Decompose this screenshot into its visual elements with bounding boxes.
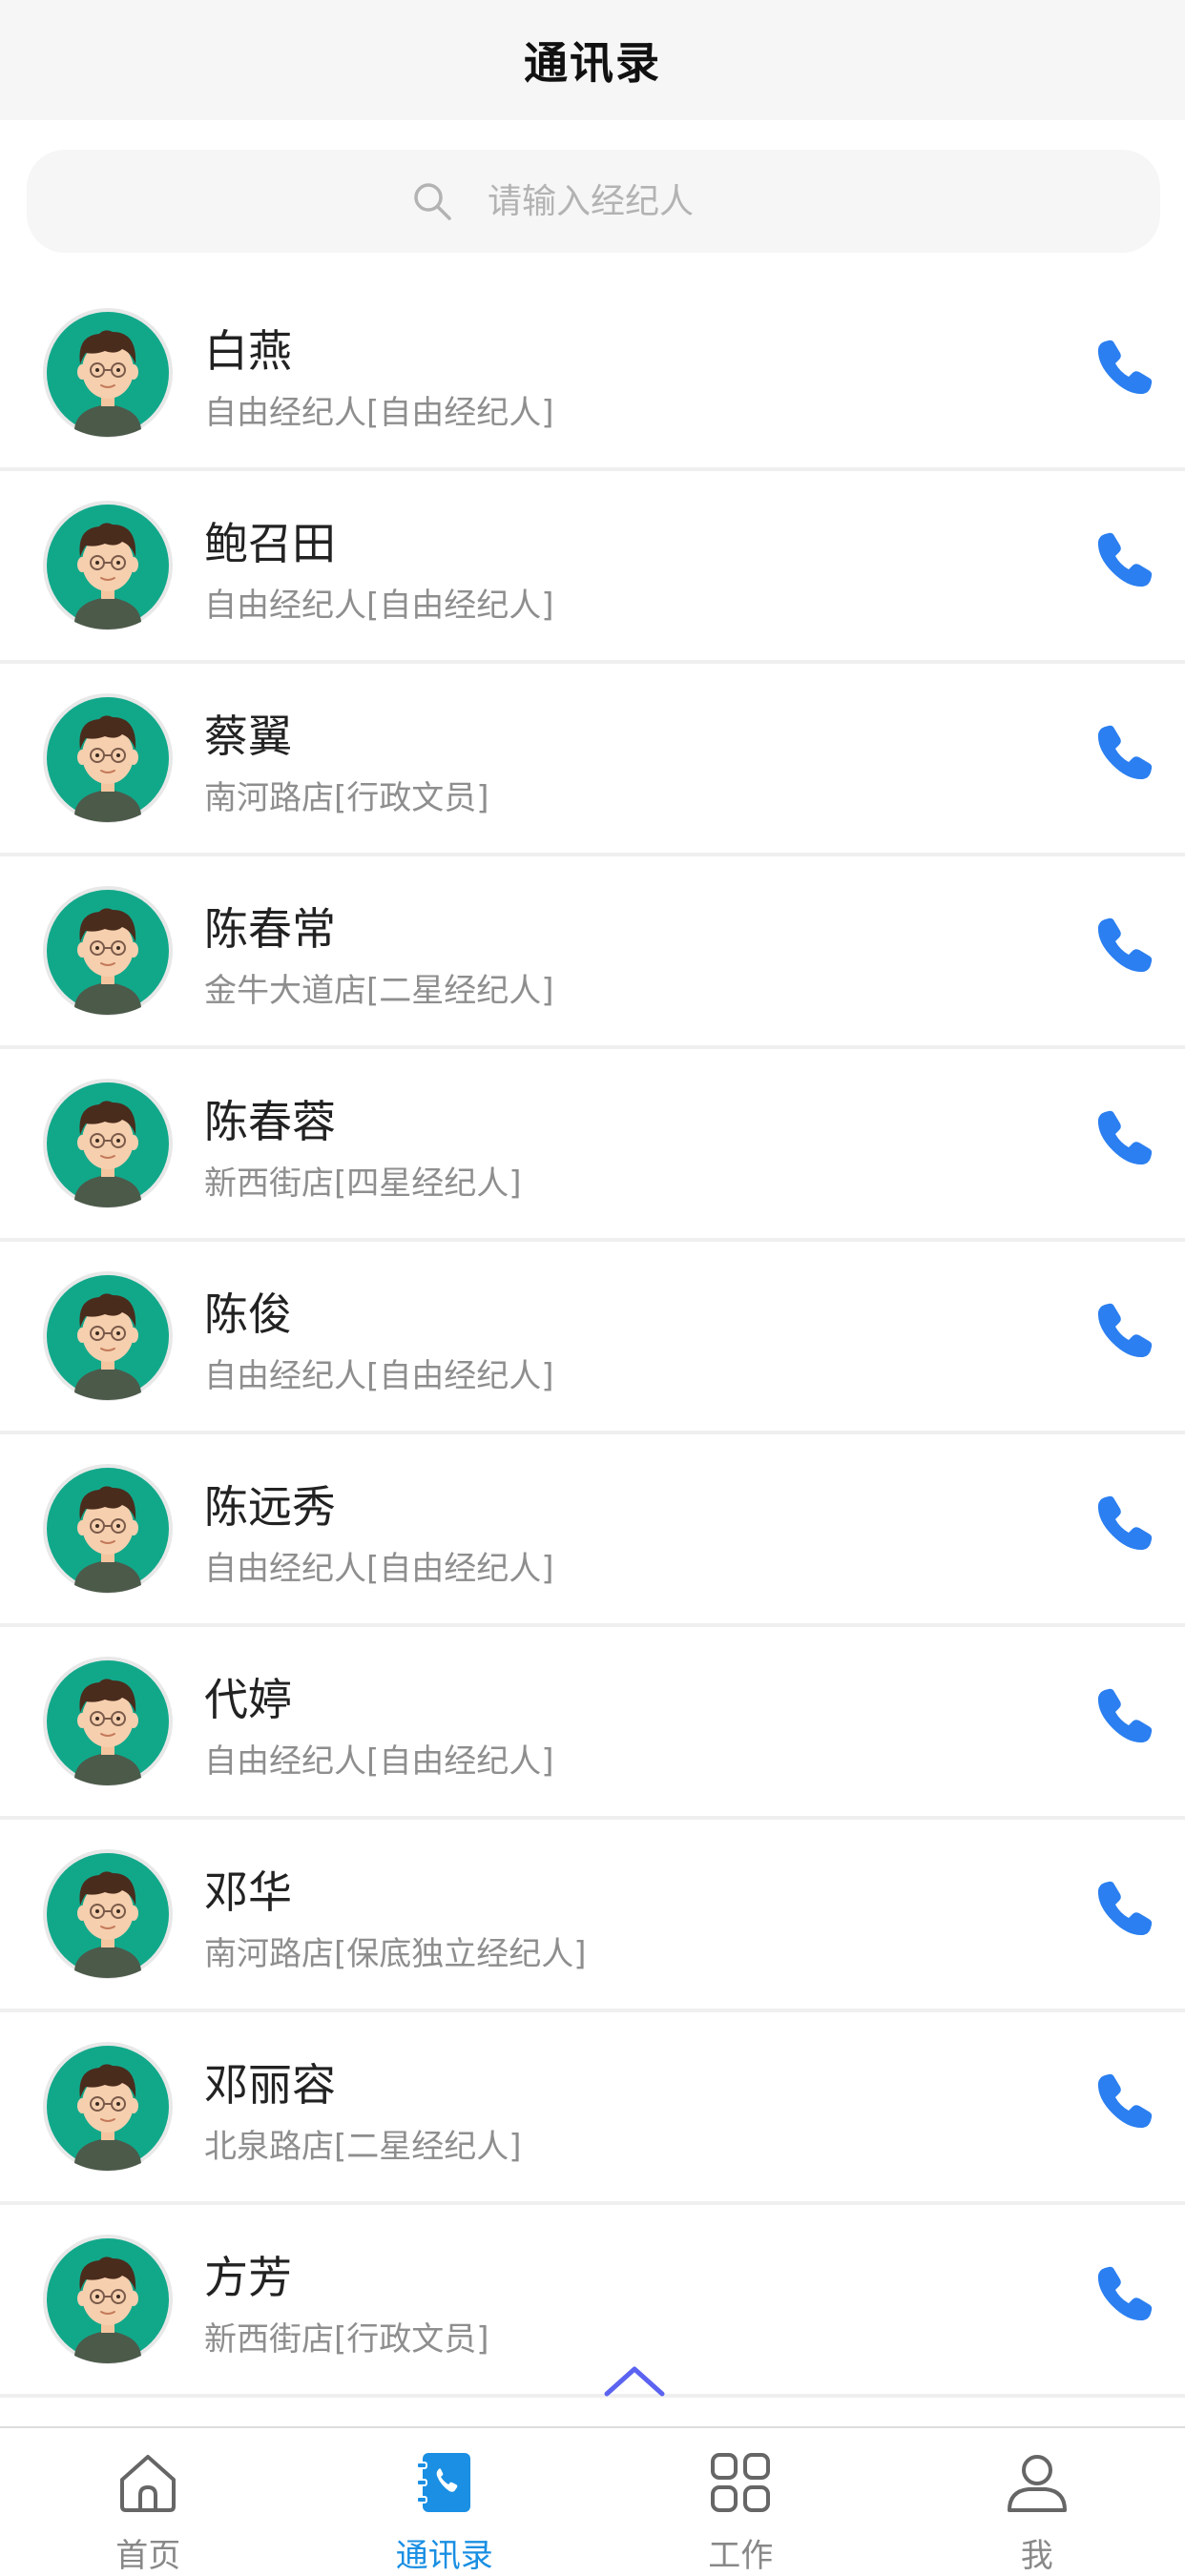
phone-icon[interactable] — [1093, 1492, 1156, 1555]
contact-name: 代婷 — [204, 1665, 292, 1728]
avatar — [42, 1848, 174, 1980]
tab-me[interactable]: 我 — [889, 2428, 1185, 2566]
avatar — [42, 2041, 174, 2173]
top-bar: 通讯录 — [0, 0, 1185, 120]
search-input[interactable] — [486, 181, 776, 222]
avatar — [42, 1270, 174, 1402]
contact-store-role: 南河路店[保底独立经纪人] — [204, 1927, 587, 1974]
contact-row[interactable]: 代婷自由经纪人[自由经纪人] — [0, 1627, 1185, 1820]
contact-row[interactable]: 陈春蓉新西街店[四星经纪人] — [0, 1049, 1185, 1242]
bottom-tab-bar: 首页 通讯录 工作 我 — [0, 2426, 1185, 2566]
phone-icon[interactable] — [1093, 914, 1156, 977]
tab-label: 通讯录 — [297, 2529, 593, 2576]
search-bar — [27, 150, 1160, 253]
avatar — [42, 692, 174, 824]
tab-home[interactable]: 首页 — [0, 2428, 297, 2566]
avatar — [42, 885, 174, 1017]
avatar — [42, 1656, 174, 1787]
contact-row[interactable]: 陈远秀自由经纪人[自由经纪人] — [0, 1434, 1185, 1627]
avatar — [42, 500, 174, 631]
contact-store-role: 金牛大道店[二星经纪人] — [204, 964, 554, 1011]
contact-name: 鲍召田 — [204, 509, 336, 572]
contact-row[interactable]: 邓丽容北泉路店[二星经纪人] — [0, 2012, 1185, 2205]
contact-name: 白燕 — [204, 317, 292, 380]
user-icon — [1004, 2449, 1071, 2516]
contact-name: 邓丽容 — [204, 2050, 336, 2113]
contact-row[interactable]: 白燕自由经纪人[自由经纪人] — [0, 278, 1185, 471]
tab-work[interactable]: 工作 — [592, 2428, 889, 2566]
tab-contacts[interactable]: 通讯录 — [297, 2428, 593, 2566]
contact-row[interactable]: 陈俊自由经纪人[自由经纪人] — [0, 1242, 1185, 1434]
phone-icon[interactable] — [1093, 528, 1156, 591]
home-icon — [114, 2449, 181, 2516]
phone-icon[interactable] — [1093, 2070, 1156, 2133]
contact-store-role: 新西街店[四星经纪人] — [204, 1157, 522, 1204]
avatar — [42, 307, 174, 439]
phone-icon[interactable] — [1093, 1877, 1156, 1940]
contact-store-role: 自由经纪人[自由经纪人] — [204, 1542, 554, 1589]
contact-list: 白燕自由经纪人[自由经纪人]鲍召田自由经纪人[自由经纪人]蔡翼南河路店[行政文员… — [0, 278, 1185, 2415]
grid-icon — [707, 2449, 774, 2516]
phone-icon[interactable] — [1093, 1106, 1156, 1169]
avatar — [42, 2234, 174, 2365]
search-box[interactable] — [27, 150, 1160, 253]
contact-row[interactable]: 方芳新西街店[行政文员] — [0, 2205, 1185, 2398]
contact-name: 邓华 — [204, 1858, 292, 1921]
contact-row[interactable]: 邓华南河路店[保底独立经纪人] — [0, 1820, 1185, 2012]
phone-icon[interactable] — [1093, 1299, 1156, 1362]
search-icon — [411, 180, 453, 222]
contact-name: 方芳 — [204, 2243, 292, 2306]
scroll-to-top-icon[interactable] — [603, 2361, 666, 2400]
contact-name: 蔡翼 — [204, 702, 292, 765]
page-title: 通讯录 — [524, 29, 661, 92]
phone-icon[interactable] — [1093, 721, 1156, 784]
contact-store-role: 新西街店[行政文员] — [204, 2313, 489, 2360]
phone-icon[interactable] — [1093, 336, 1156, 399]
phone-icon[interactable] — [1093, 2262, 1156, 2325]
contact-store-role: 自由经纪人[自由经纪人] — [204, 386, 554, 433]
contact-store-role: 自由经纪人[自由经纪人] — [204, 1350, 554, 1396]
contacts-icon — [411, 2449, 478, 2516]
contact-row[interactable]: 鲍召田自由经纪人[自由经纪人] — [0, 471, 1185, 664]
contact-store-role: 自由经纪人[自由经纪人] — [204, 579, 554, 626]
phone-icon[interactable] — [1093, 1684, 1156, 1747]
contact-store-role: 南河路店[行政文员] — [204, 772, 489, 818]
avatar — [42, 1463, 174, 1595]
contact-name: 陈俊 — [204, 1280, 292, 1343]
contact-store-role: 北泉路店[二星经纪人] — [204, 2120, 522, 2167]
contact-store-role: 自由经纪人[自由经纪人] — [204, 1735, 554, 1782]
tab-label: 我 — [889, 2529, 1185, 2576]
contact-row[interactable]: 陈春常金牛大道店[二星经纪人] — [0, 856, 1185, 1049]
tab-label: 首页 — [0, 2529, 297, 2576]
tab-label: 工作 — [592, 2529, 889, 2576]
contact-name: 陈远秀 — [204, 1473, 336, 1535]
contact-name: 陈春蓉 — [204, 1087, 336, 1150]
contact-row[interactable]: 蔡翼南河路店[行政文员] — [0, 664, 1185, 856]
contact-name: 陈春常 — [204, 895, 336, 958]
avatar — [42, 1078, 174, 1209]
